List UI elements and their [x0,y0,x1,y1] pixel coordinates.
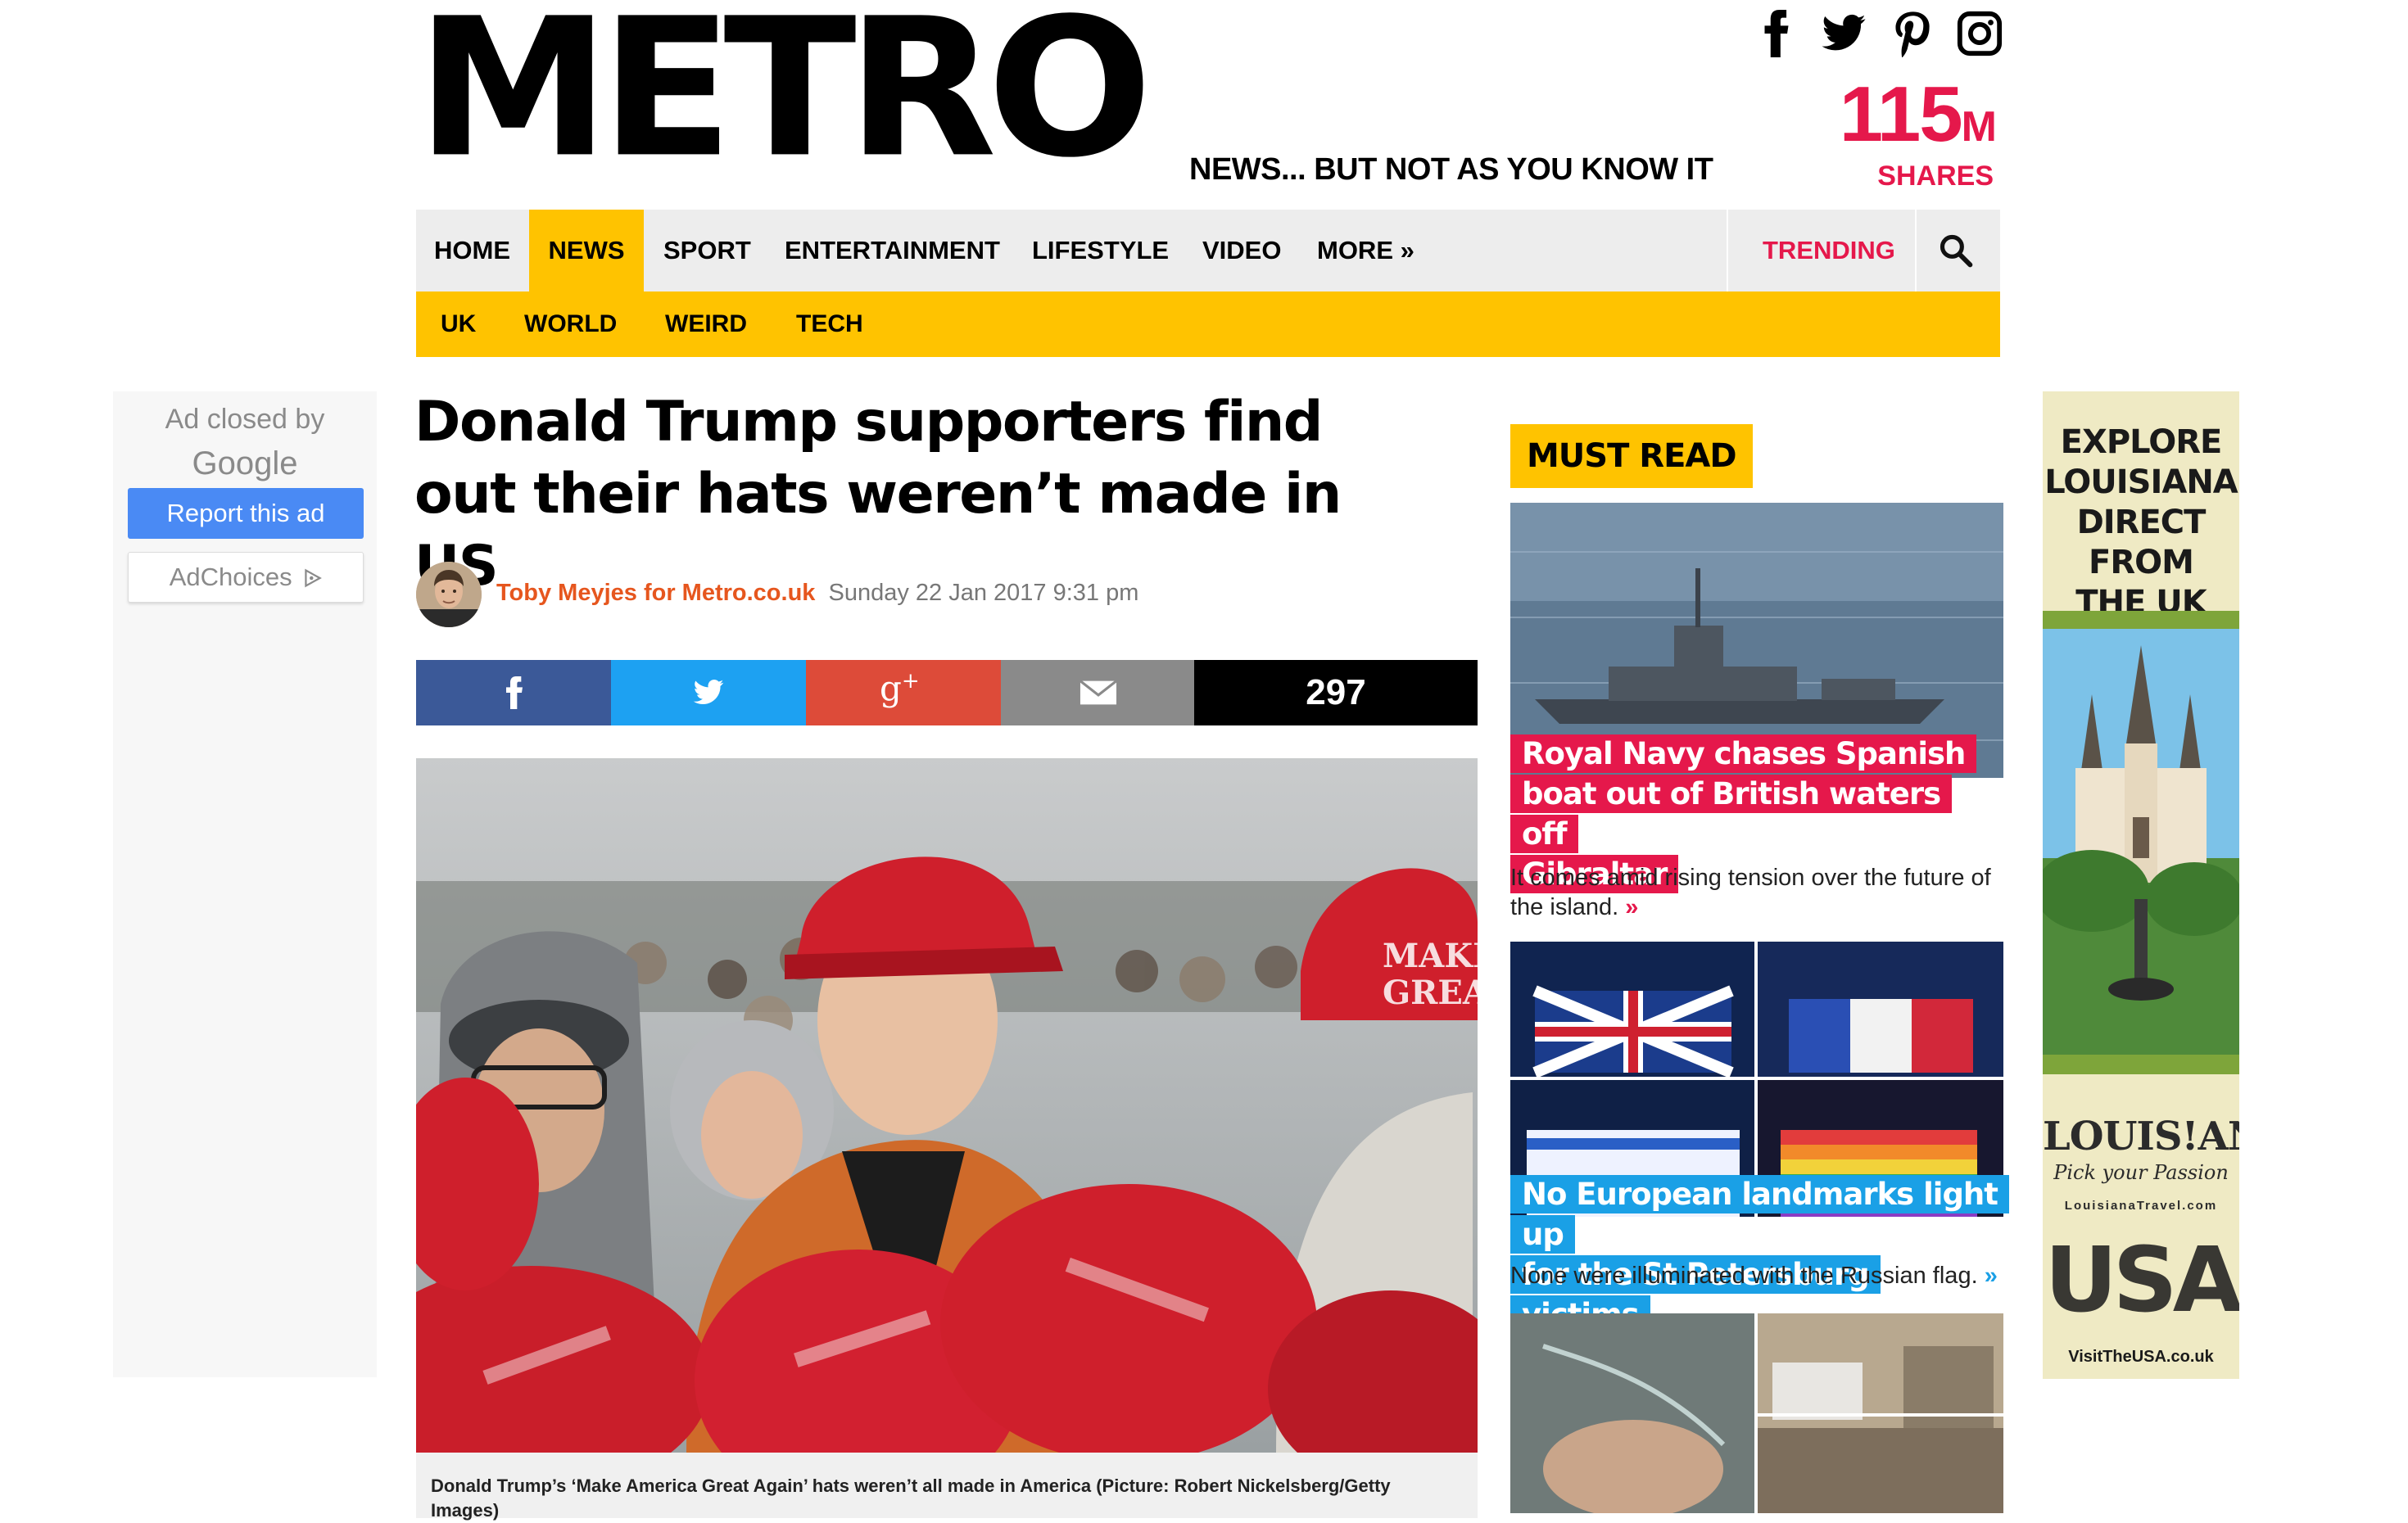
must-read-desc-1: It comes amid rising tension over the fu… [1510,865,1991,920]
share-twitter-button[interactable] [611,660,806,725]
nav-more[interactable]: MORE » [1317,210,1414,291]
crowd-photo: MAKE A GREAT A [416,758,1478,1453]
share-facebook-button[interactable] [416,660,611,725]
must-read-desc-2: None were illuminated with the Russian f… [1510,1263,1998,1289]
author-avatar[interactable] [416,562,482,627]
ad-stripe [2043,611,2239,629]
search-icon[interactable] [1938,233,1974,269]
nav-sport[interactable]: SPORT [663,210,751,291]
tagline: NEWS... BUT NOT AS YOU KNOW IT [1189,152,1713,187]
main-nav: HOME NEWS SPORT ENTERTAINMENT LIFESTYLE … [416,210,2000,291]
nav-entertainment[interactable]: ENTERTAINMENT [785,210,1000,291]
facebook-icon[interactable] [1753,10,1800,57]
author-photo [416,562,482,627]
sub-nav: UK WORLD WEIRD TECH [416,291,2000,357]
facebook-icon [506,676,523,709]
twitter-icon [693,680,724,705]
pinterest-icon[interactable] [1889,10,1936,57]
left-ad-slot: Ad closed by Google Report this ad AdCho… [113,391,377,1377]
subnav-world[interactable]: WORLD [524,291,617,357]
louisiana-url: LouisianaTravel.com [2064,1199,2218,1213]
usa-logo: USA [2044,1227,2239,1332]
nav-trending[interactable]: TRENDING [1763,210,1895,291]
nav-home[interactable]: HOME [434,210,510,291]
louisiana-tagline: Pick your Passion [2053,1161,2229,1184]
author-link[interactable]: Toby Meyjes for Metro.co.uk [496,580,815,606]
cathedral-illustration [2043,629,2239,1055]
article-headline: Donald Trump supporters find out their h… [414,390,1342,599]
read-more-link[interactable]: » [1985,1263,1998,1289]
share-count: 297 [1194,660,1478,725]
metro-logo[interactable]: METRO [416,0,1152,185]
report-ad-button[interactable]: Report this ad [128,488,364,539]
nav-divider [1727,210,1728,291]
google-plus-icon: g+ [880,668,920,708]
right-ad-banner[interactable]: EXPLORE LOUISIANA DIRECT FROM THE UK LOU… [2043,391,2239,1379]
photo-caption: Donald Trump’s ‘Make America Great Again… [431,1476,1391,1521]
louisiana-logo: LOUIS!ANA [2043,1114,2239,1159]
must-read-image-3[interactable] [1510,1313,2003,1513]
must-read-title-2[interactable]: No European landmarks light up for the S… [1510,1174,2009,1335]
subnav-tech[interactable]: TECH [796,291,863,357]
hat-text: GREAT A [1383,974,1478,1012]
nav-news[interactable]: NEWS [529,210,644,291]
nav-lifestyle[interactable]: LIFESTYLE [1032,210,1169,291]
hat-text: MAKE A [1383,937,1478,975]
instagram-icon[interactable] [1956,10,2003,57]
must-read-label: MUST READ [1510,424,1753,488]
share-googleplus-button[interactable]: g+ [806,660,1001,725]
nav-video[interactable]: VIDEO [1202,210,1281,291]
usa-url: VisitTheUSA.co.uk [2068,1348,2214,1366]
email-icon [1080,680,1117,705]
hospital-photo [1510,1313,2003,1513]
subnav-weird[interactable]: WEIRD [665,291,747,357]
adchoices-button[interactable]: AdChoices [128,552,364,603]
adchoices-icon [305,568,323,588]
byline: Toby Meyjes for Metro.co.uk Sunday 22 Ja… [496,580,1138,607]
publish-date: Sunday 22 Jan 2017 9:31 pm [828,580,1139,606]
photo-caption-box: Donald Trump’s ‘Make America Great Again… [416,1453,1478,1521]
share-email-button[interactable] [1001,660,1194,725]
subnav-uk[interactable]: UK [441,291,476,357]
article-photo[interactable]: MAKE A GREAT A [416,758,1478,1453]
ad-stripe [2043,1055,2239,1074]
nav-divider [1915,210,1917,291]
shares-count: 115M [1839,70,1997,158]
twitter-icon[interactable] [1820,10,1867,57]
read-more-link[interactable]: » [1625,894,1638,920]
ad-closed-notice: Ad closed by Google [165,404,325,482]
ad-headline: EXPLORE LOUISIANA DIRECT FROM THE UK [2044,423,2238,621]
shares-label: SHARES [1877,160,1994,192]
